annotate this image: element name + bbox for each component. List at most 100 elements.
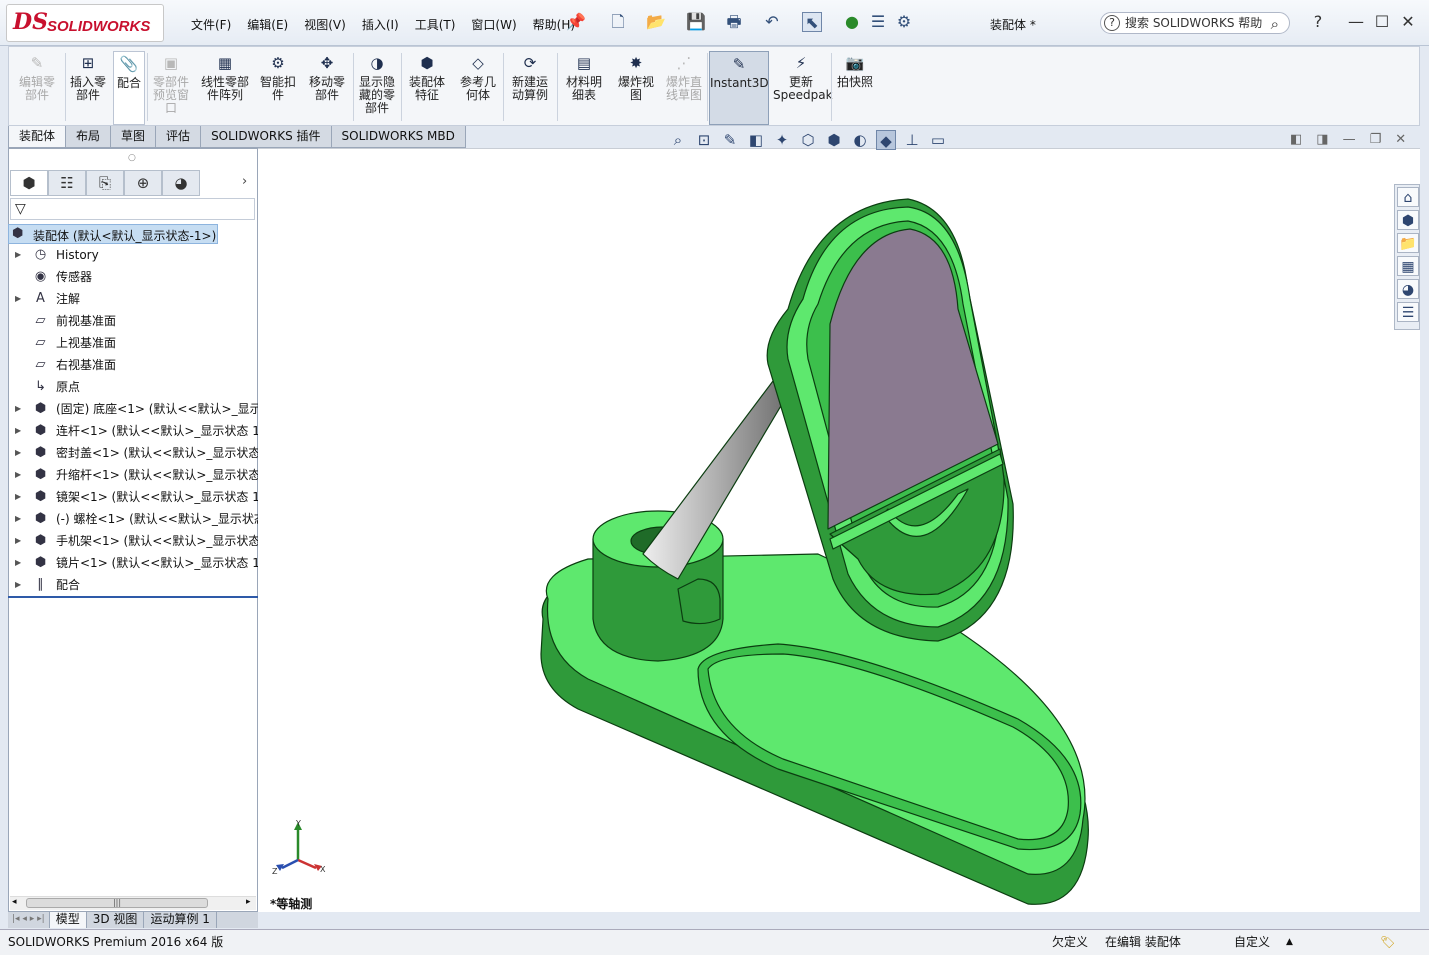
rollback-bar[interactable]	[8, 596, 258, 598]
collapse-right-icon[interactable]: ◨	[1316, 132, 1328, 147]
ribbon-button[interactable]: ▤ 材料明 细表	[559, 51, 609, 125]
ribbon-button[interactable]: ⚡ 更新 Speedpak	[773, 51, 833, 125]
open-document-icon[interactable]: 📂	[646, 12, 666, 32]
chevron-right-icon[interactable]: ›	[242, 174, 247, 189]
tree-filter[interactable]: ▽	[10, 198, 255, 220]
print-icon[interactable]: 🖶	[724, 12, 744, 32]
tag-icon[interactable]: 🏷	[1380, 932, 1395, 952]
tree-item[interactable]: ▶ ⬢ (固定) 底座<1> (默认<<默认>_显示状	[10, 398, 260, 420]
section-view-icon[interactable]: ◧	[746, 130, 766, 150]
tree-item[interactable]: ▶ ⬢ 升缩杆<1> (默认<<默认>_显示状态	[10, 464, 260, 486]
ribbon-tab[interactable]: 草图	[110, 126, 157, 148]
file-properties-icon[interactable]: ☰	[868, 12, 888, 32]
new-document-icon[interactable]: 🗋	[608, 12, 628, 32]
unit-system[interactable]: 自定义	[1234, 932, 1270, 952]
ribbon-button[interactable]: ⬢ 装配体 特征	[403, 51, 451, 125]
view-palette-icon[interactable]: ▦	[1397, 256, 1419, 276]
ribbon-button[interactable]: ⋰ 爆炸直 线草图	[663, 51, 705, 125]
ribbon-button[interactable]: ⚙ 智能扣 件	[257, 51, 299, 125]
view-orientation-icon[interactable]: ⬡	[798, 130, 818, 150]
previous-view-icon[interactable]: ✎	[720, 130, 740, 150]
menu-item[interactable]: 文件(F)	[190, 16, 232, 33]
expand-arrow-icon[interactable]: ▶	[15, 244, 21, 266]
apply-scene-icon[interactable]: ⊥	[902, 130, 922, 150]
zoom-to-area-icon[interactable]: ⊡	[694, 130, 714, 150]
viewport-minimize-icon[interactable]: —	[1343, 132, 1356, 147]
ribbon-button[interactable]: ◑ 显示隐 藏的零 部件	[355, 51, 399, 125]
expand-arrow-icon[interactable]: ▶	[15, 508, 21, 530]
ribbon-button[interactable]: ⊞ 插入零 部件	[67, 51, 109, 125]
menu-item[interactable]: 工具(T)	[414, 16, 457, 33]
tree-item[interactable]: ↳ 原点	[10, 376, 260, 398]
home-icon[interactable]: ⌂	[1397, 187, 1419, 207]
ribbon-button[interactable]: ◇ 参考几 何体	[455, 51, 501, 125]
expand-arrow-icon[interactable]: ▶	[15, 574, 21, 596]
ribbon-button[interactable]: ✎ Instant3D	[709, 51, 769, 125]
appearances-icon[interactable]: ◕	[1397, 279, 1419, 299]
ribbon-button[interactable]: ✎ 编辑零 部件	[11, 51, 63, 125]
ribbon-tab[interactable]: SOLIDWORKS 插件	[200, 126, 332, 148]
hide-show-items-icon[interactable]: ◐	[850, 130, 870, 150]
tree-item[interactable]: ▶ ⬢ 密封盖<1> (默认<<默认>_显示状态	[10, 442, 260, 464]
property-manager-tab-icon[interactable]: ☷	[48, 170, 86, 196]
viewport-restore-icon[interactable]: ❐	[1370, 132, 1382, 147]
help-search-input[interactable]: ? 搜索 SOLIDWORKS 帮助 ⌕	[1100, 12, 1290, 34]
display-manager-tab-icon[interactable]: ◕	[162, 170, 200, 196]
ribbon-button[interactable]: 📎 配合	[113, 51, 145, 125]
bottom-tab[interactable]: 3D 视图	[87, 912, 145, 928]
expand-arrow-icon[interactable]: ▶	[15, 552, 21, 574]
menu-item[interactable]: 视图(V)	[303, 16, 347, 33]
expand-arrow-icon[interactable]: ▶	[15, 530, 21, 552]
expand-arrow-icon[interactable]: ▶	[15, 464, 21, 486]
scroll-right-icon[interactable]: ▸	[246, 897, 251, 907]
filter-icon[interactable]: ▽	[15, 201, 26, 217]
save-icon[interactable]: 💾	[686, 12, 706, 32]
viewport-close-icon[interactable]: ✕	[1395, 132, 1406, 147]
expand-arrow-icon[interactable]: ▶	[15, 442, 21, 464]
tree-item[interactable]: ▶ ⬢ 连杆<1> (默认<<默认>_显示状态 1>	[10, 420, 260, 442]
tree-item[interactable]: ▶ ⬢ (-) 螺栓<1> (默认<<默认>_显示状态	[10, 508, 260, 530]
zoom-to-fit-icon[interactable]: ⌕	[668, 130, 688, 150]
tree-item[interactable]: ▶ ◷ History	[10, 244, 260, 266]
graphics-viewport[interactable]	[258, 148, 1420, 912]
feature-manager-tab-icon[interactable]: ⬢	[10, 170, 48, 196]
tree-item[interactable]: ▶ ⬢ 手机架<1> (默认<<默认>_显示状态	[10, 530, 260, 552]
assembly-model[interactable]	[258, 149, 1420, 913]
dimxpert-tab-icon[interactable]: ⊕	[124, 170, 162, 196]
edit-appearance-icon[interactable]: ◆	[876, 130, 896, 150]
ribbon-button[interactable]: ▦ 线性零部 件阵列	[197, 51, 253, 125]
options-gear-icon[interactable]: ⚙	[894, 12, 914, 32]
panel-splitter-grip[interactable]: ○	[128, 153, 136, 163]
tree-item[interactable]: ▱ 右视基准面	[10, 354, 260, 376]
expand-arrow-icon[interactable]: ▶	[15, 486, 21, 508]
bottom-tab[interactable]: 模型	[49, 912, 87, 928]
view-settings-icon[interactable]: ▭	[928, 130, 948, 150]
configuration-manager-tab-icon[interactable]: ⎘	[86, 170, 124, 196]
select-cursor-icon[interactable]: ⬉	[802, 12, 822, 32]
tree-item[interactable]: ◉ 传感器	[10, 266, 260, 288]
ribbon-tab[interactable]: 布局	[65, 126, 112, 148]
ribbon-button[interactable]: ✥ 移动零 部件	[303, 51, 351, 125]
tree-item[interactable]: ▶ A 注解	[10, 288, 260, 310]
tree-item[interactable]: ▶ ⬢ 镜片<1> (默认<<默认>_显示状态 1>	[10, 552, 260, 574]
scroll-left-icon[interactable]: ◂	[12, 897, 17, 907]
collapse-left-icon[interactable]: ◧	[1290, 132, 1302, 147]
expand-arrow-icon[interactable]: ▶	[15, 398, 21, 420]
display-style-icon[interactable]: ⬢	[824, 130, 844, 150]
tree-item[interactable]: ▶ ∥ 配合	[10, 574, 260, 596]
expand-arrow-icon[interactable]: ▶	[15, 420, 21, 442]
dynamic-annotation-icon[interactable]: ✦	[772, 130, 792, 150]
ribbon-button[interactable]: 📷 拍快照	[833, 51, 877, 125]
menu-item[interactable]: 窗口(W)	[470, 16, 517, 33]
ribbon-tab[interactable]: 装配体	[8, 126, 67, 148]
ribbon-tab[interactable]: 评估	[155, 126, 202, 148]
help-button[interactable]: ?	[1306, 10, 1330, 34]
file-explorer-icon[interactable]: 📁	[1397, 233, 1419, 253]
expand-arrow-icon[interactable]: ▶	[15, 288, 21, 310]
custom-properties-icon[interactable]: ☰	[1397, 302, 1419, 322]
ribbon-button[interactable]: ▣ 零部件 预览窗 口	[149, 51, 193, 125]
menu-item[interactable]: 编辑(E)	[246, 16, 289, 33]
minimize-button[interactable]: —	[1344, 10, 1368, 34]
ribbon-button[interactable]: ✸ 爆炸视 图	[613, 51, 659, 125]
tree-item[interactable]: ▶ ⬢ 镜架<1> (默认<<默认>_显示状态 1>	[10, 486, 260, 508]
